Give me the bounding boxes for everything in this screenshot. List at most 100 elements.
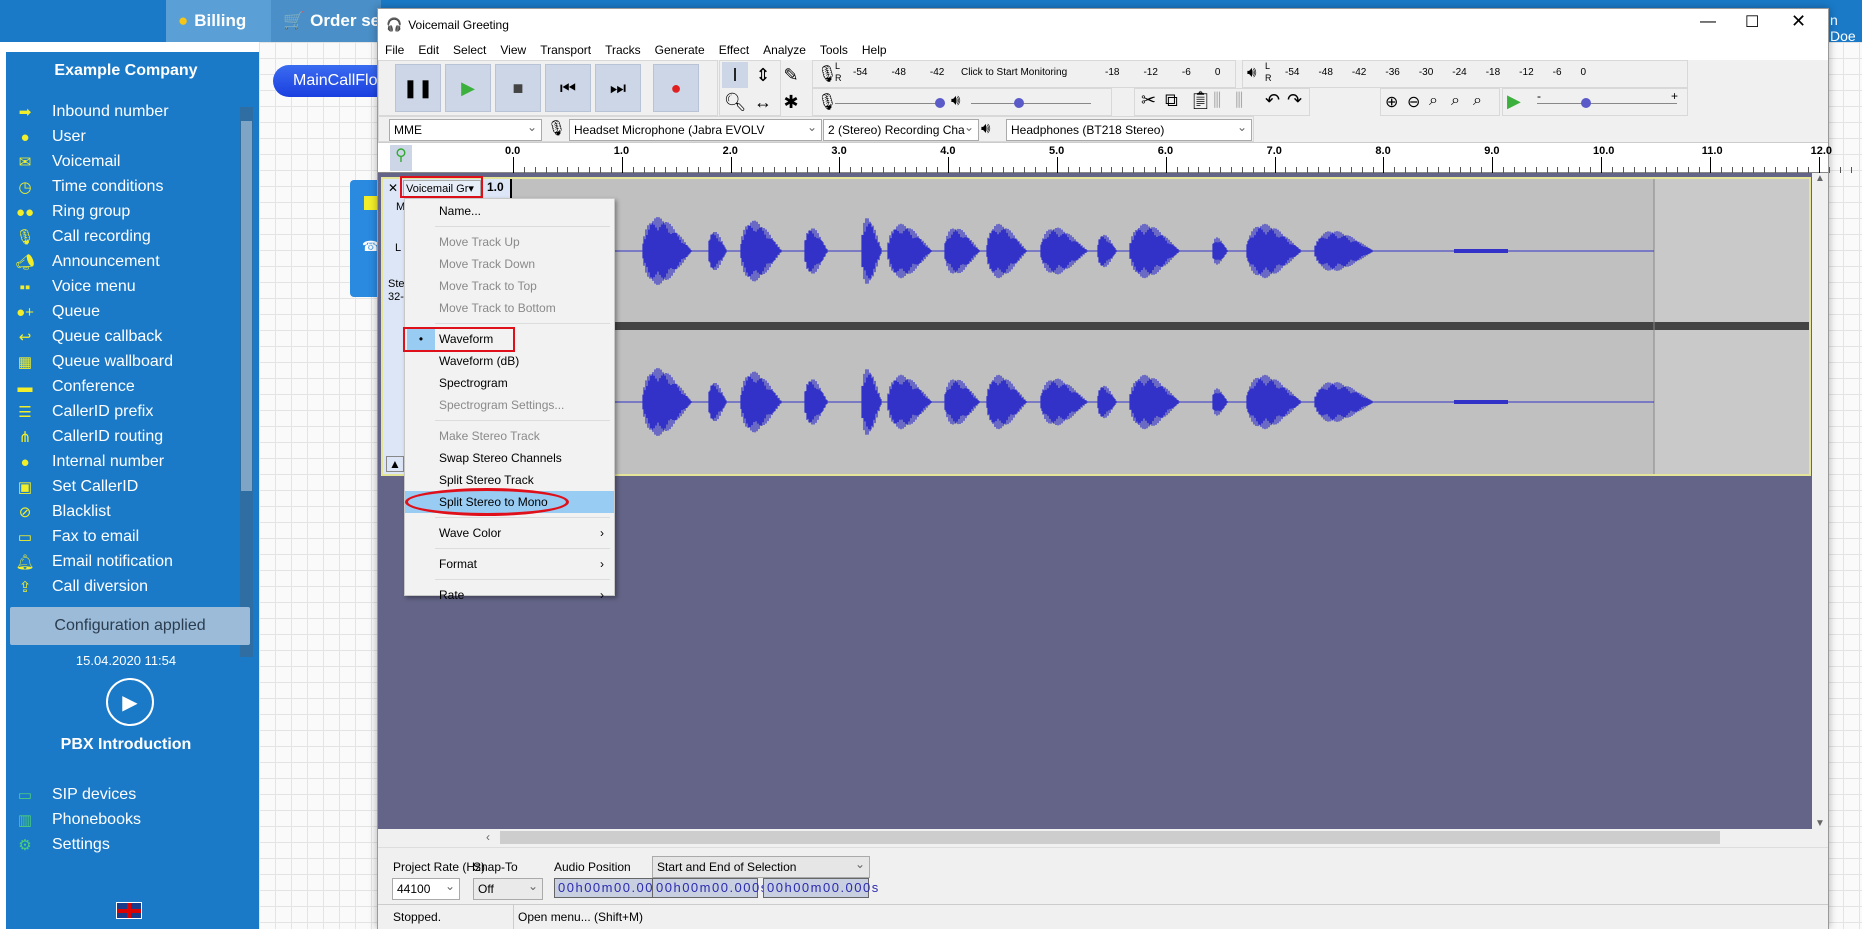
- fit-selection-icon[interactable]: ⌕: [1429, 92, 1438, 110]
- multi-tool[interactable]: ✱: [778, 89, 804, 115]
- sidebar-item[interactable]: ◷ Time conditions: [14, 175, 163, 199]
- selection-start-field[interactable]: 00h00m00.000s: [652, 878, 767, 898]
- menu-item-move-track-to-bottom[interactable]: Move Track to Bottom: [405, 297, 614, 319]
- menu-transport[interactable]: Transport: [533, 40, 598, 60]
- menu-item-format[interactable]: Format ›: [405, 553, 614, 575]
- slider-thumb[interactable]: [934, 98, 945, 108]
- slider-thumb[interactable]: [1014, 98, 1024, 108]
- menu-item-spectrogram[interactable]: Spectrogram: [405, 372, 614, 394]
- selection-tool[interactable]: I: [722, 62, 748, 88]
- sidebar-item[interactable]: ⋔ CallerID routing: [14, 425, 163, 449]
- pbx-intro-label[interactable]: PBX Introduction: [6, 736, 246, 754]
- sidebar-item[interactable]: ▥ Phonebooks: [14, 808, 141, 832]
- vertical-scrollbar[interactable]: ▲ ▼: [1812, 173, 1828, 829]
- skip-to-start-button[interactable]: ⏮: [545, 64, 591, 112]
- sidebar-item[interactable]: ☰ CallerID prefix: [14, 400, 153, 424]
- cut-icon[interactable]: ✂: [1141, 90, 1156, 111]
- pin-icon[interactable]: ⚲: [390, 145, 412, 171]
- zoom-tool[interactable]: 🔍︎: [722, 89, 748, 115]
- click-to-start-monitoring[interactable]: Click to Start Monitoring: [961, 67, 1067, 78]
- sidebar-item[interactable]: ●+ Queue: [14, 300, 100, 324]
- selection-mode-select[interactable]: Start and End of Selection: [652, 856, 870, 878]
- play-speed-slider[interactable]: [1537, 103, 1677, 104]
- sidebar-item[interactable]: 🎙︎ Call recording: [14, 225, 150, 249]
- play-button[interactable]: ▶: [445, 64, 491, 112]
- recording-channels-select[interactable]: 2 (Stereo) Recording Cha: [823, 119, 979, 141]
- menu-item-swap-stereo-channels[interactable]: Swap Stereo Channels: [405, 447, 614, 469]
- selection-end-field[interactable]: 00h00m00.000s: [763, 878, 878, 898]
- collapse-track-button[interactable]: ▲: [386, 456, 404, 472]
- main-call-flow-node[interactable]: MainCallFlo: [273, 65, 393, 97]
- menu-item-make-stereo-track[interactable]: Make Stereo Track: [405, 425, 614, 447]
- sidebar-item[interactable]: ● User: [14, 125, 85, 149]
- play-intro-button[interactable]: ▶: [106, 678, 154, 726]
- waveform[interactable]: [512, 179, 1809, 474]
- tab-order-services[interactable]: 🛒 Order se: [271, 0, 381, 42]
- menu-item-move-track-to-top[interactable]: Move Track to Top: [405, 275, 614, 297]
- silence-icon[interactable]: ⫼: [1235, 90, 1243, 111]
- zoom-toggle-icon[interactable]: ⌕: [1473, 92, 1482, 110]
- sidebar-item[interactable]: ▭ Fax to email: [14, 525, 139, 549]
- sidebar-item[interactable]: ▦ Queue wallboard: [14, 350, 173, 374]
- sidebar-item[interactable]: ● Internal number: [14, 450, 164, 474]
- menu-item-rate[interactable]: Rate ›: [405, 584, 614, 606]
- record-button[interactable]: ●: [653, 64, 699, 112]
- menu-item-name[interactable]: Name...: [405, 200, 614, 222]
- copy-icon[interactable]: ⧉: [1165, 90, 1178, 111]
- audio-host-select[interactable]: MME: [389, 119, 542, 141]
- sidebar-item[interactable]: 📣︎ Announcement: [14, 250, 159, 274]
- menu-generate[interactable]: Generate: [648, 40, 712, 60]
- sidebar-scrollbar[interactable]: [240, 107, 253, 657]
- menu-edit[interactable]: Edit: [411, 40, 446, 60]
- sidebar-item[interactable]: ↩ Queue callback: [14, 325, 163, 349]
- pause-button[interactable]: ❚❚: [395, 64, 441, 112]
- project-rate-select[interactable]: 44100: [392, 878, 460, 900]
- menu-item-spectrogram-settings[interactable]: Spectrogram Settings...: [405, 394, 614, 416]
- sidebar-item[interactable]: ⊘ Blacklist: [14, 500, 111, 524]
- menu-item-move-track-up[interactable]: Move Track Up: [405, 231, 614, 253]
- close-track-icon[interactable]: ✕: [388, 181, 398, 195]
- play-at-speed-button[interactable]: ▶: [1507, 91, 1521, 112]
- menu-item-wave-color[interactable]: Wave Color ›: [405, 522, 614, 544]
- timeline-ruler[interactable]: ⚲ 0.0 1.0 2.0 3.0 4.0 5.0 6.0 7.0 8.0 9.0 10.0 11.0…: [378, 142, 1853, 173]
- horizontal-scrollbar[interactable]: ‹: [378, 829, 1828, 847]
- sidebar-item[interactable]: ➡ Inbound number: [14, 100, 169, 124]
- redo-icon[interactable]: ↷: [1287, 90, 1302, 111]
- audio-position-field[interactable]: 00h00m00.000s: [554, 878, 669, 898]
- menu-item-waveform[interactable]: • Waveform: [403, 327, 614, 352]
- sidebar-item[interactable]: 🔔︎ Email notification: [14, 550, 172, 574]
- sidebar-item[interactable]: ▭ SIP devices: [14, 783, 136, 807]
- skip-to-end-button[interactable]: ⏭: [595, 64, 641, 112]
- stop-button[interactable]: ■: [495, 64, 541, 112]
- menu-help[interactable]: Help: [855, 40, 894, 60]
- user-name[interactable]: n Doe: [1830, 12, 1862, 44]
- menu-file[interactable]: File: [378, 40, 411, 60]
- fit-project-icon[interactable]: ⌕: [1451, 92, 1460, 110]
- recording-meter[interactable]: 🎙︎ L R -54 -48 -42 Click to Start Monitori…: [812, 60, 1236, 88]
- slider-thumb[interactable]: [1581, 98, 1591, 108]
- menu-select[interactable]: Select: [446, 40, 493, 60]
- tab-billing[interactable]: ● Billing: [166, 0, 271, 42]
- zoom-in-icon[interactable]: ⊕: [1385, 92, 1398, 112]
- sidebar-item[interactable]: ⚙ Settings: [14, 833, 110, 857]
- menu-analyze[interactable]: Analyze: [756, 40, 813, 60]
- uk-flag-icon[interactable]: [116, 902, 142, 919]
- trim-icon[interactable]: ⫼: [1213, 90, 1221, 111]
- time-shift-tool[interactable]: ↔: [750, 89, 776, 115]
- undo-icon[interactable]: ↶: [1265, 90, 1280, 111]
- menu-item-move-track-down[interactable]: Move Track Down: [405, 253, 614, 275]
- sidebar-item[interactable]: ▣ Set CallerID: [14, 475, 138, 499]
- sidebar-item[interactable]: ▬ Conference: [14, 375, 135, 399]
- menu-item-waveform-db[interactable]: Waveform (dB): [405, 350, 614, 372]
- recording-device-select[interactable]: Headset Microphone (Jabra EVOLV: [569, 119, 822, 141]
- maximize-button[interactable]: ☐: [1745, 12, 1759, 32]
- menu-view[interactable]: View: [493, 40, 533, 60]
- zoom-out-icon[interactable]: ⊖: [1407, 92, 1420, 112]
- menu-tools[interactable]: Tools: [813, 40, 855, 60]
- snap-to-select[interactable]: Off: [473, 878, 543, 900]
- playback-device-select[interactable]: Headphones (BT218 Stereo): [1006, 119, 1252, 141]
- playback-volume-slider[interactable]: [971, 103, 1091, 104]
- sidebar-item[interactable]: ⇪ Call diversion: [14, 575, 148, 599]
- menu-tracks[interactable]: Tracks: [598, 40, 648, 60]
- draw-tool[interactable]: ✎: [778, 62, 804, 88]
